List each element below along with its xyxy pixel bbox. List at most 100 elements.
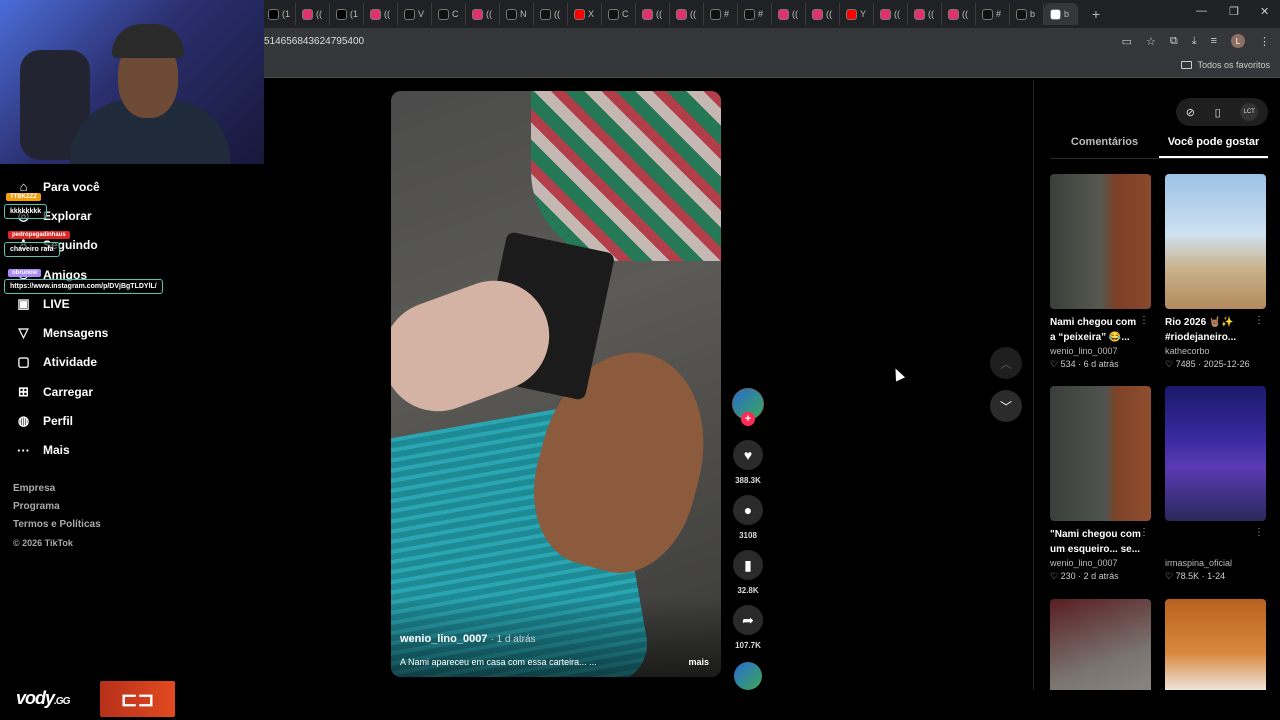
browser-tab[interactable]: (( [670,3,704,25]
browser-tab[interactable]: (1 [330,3,364,25]
browser-tab[interactable]: (( [806,3,840,25]
phone-icon[interactable]: ▯ [1215,106,1221,119]
sidebar-item-label: Carregar [43,384,94,399]
recommendation-card[interactable]: Rio 2026 🤘🏽✨ #riodejaneiro... ⋮ kathecorbo… [1165,174,1266,370]
card-menu-icon[interactable]: ⋮ [1139,315,1149,326]
sound-avatar[interactable] [734,662,762,690]
video-thumbnail[interactable] [1050,386,1151,521]
sidebar-item-label: Perfil [43,414,74,429]
browser-tab[interactable]: C [432,3,466,25]
menu-icon[interactable]: ⋮ [1259,35,1270,48]
card-author[interactable]: wenio_lino_0007 [1050,558,1151,568]
browser-tab[interactable]: (( [908,3,942,25]
like-button[interactable]: ♥ [733,440,763,470]
tab-title: (( [962,9,968,19]
browser-tab[interactable]: # [704,3,738,25]
all-favorites-button[interactable]: Todos os favoritos [1181,60,1270,70]
card-author[interactable]: kathecorbo [1165,346,1266,356]
tab-favicon-icon [336,8,347,20]
browser-tab[interactable]: (( [772,3,806,25]
recommendation-card[interactable]: Nami chegou com a “peixeira” 😂... ⋮ wenio_… [1050,174,1151,370]
video-author[interactable]: wenio_lino_0007 · 1 d atrás [400,633,536,645]
webcam-person-cap [112,24,184,58]
video-player[interactable]: wenio_lino_0007 · 1 d atrás A Nami apare… [391,91,721,677]
browser-tab[interactable]: X [568,3,602,25]
tab-comments[interactable]: Comentários [1050,136,1159,158]
previous-video-button[interactable]: ︿ [990,347,1022,379]
card-menu-icon[interactable]: ⋮ [1254,315,1264,326]
browser-tab[interactable]: (( [296,3,330,25]
browser-tab[interactable]: # [738,3,772,25]
browser-tab[interactable]: (( [636,3,670,25]
card-stats: ♡ 78.5K · 1-24 [1165,571,1226,581]
creator-avatar[interactable]: + [732,388,764,426]
sidebar-item-profile[interactable]: ◍ Perfil [16,406,166,435]
browser-tab[interactable]: b [1044,3,1078,25]
new-tab-button[interactable]: + [1088,6,1104,22]
tab-favicon-icon [404,8,415,20]
cast-icon[interactable]: ▭ [1122,35,1132,48]
footer-link-company[interactable]: Empresa [13,480,101,498]
bookmark-icon: ▮ [744,556,752,573]
sidebar-item-more[interactable]: ··· Mais [16,436,166,465]
compass-icon[interactable]: ⊘ [1186,106,1195,119]
minimize-icon[interactable]: — [1196,5,1207,17]
tab-title: C [622,9,629,19]
browser-tab[interactable]: (( [466,3,500,25]
sidebar-item-label: Atividade [43,355,98,370]
media-icon[interactable]: ≡ [1211,35,1217,47]
download-icon[interactable]: ⤓ [1192,35,1197,48]
sidebar-item-upload[interactable]: ⊞ Carregar [16,377,166,406]
tab-title: (( [384,9,390,19]
browser-tab[interactable]: (( [534,3,568,25]
caption-more-button[interactable]: mais [688,657,709,667]
video-thumbnail[interactable] [1165,174,1266,309]
next-video-button[interactable]: ﹀ [990,390,1022,422]
browser-tab[interactable]: b [1010,3,1044,25]
tab-title: C [452,9,459,19]
tab-title: b [1030,9,1036,19]
url-field[interactable]: 514656843624795400 [264,36,364,47]
tab-title: (1 [282,9,291,19]
video-thumbnail[interactable] [1050,599,1151,690]
tab-favicon-icon [880,8,891,20]
bookmark-star-icon[interactable]: ☆ [1146,35,1156,48]
browser-tab[interactable]: (( [364,3,398,25]
comment-button[interactable]: ● [733,495,763,525]
maximize-icon[interactable]: ❐ [1229,5,1239,18]
sidebar-item-send[interactable]: ▽ Mensagens [16,318,166,347]
recommendation-card[interactable] [1165,599,1266,690]
browser-tab[interactable]: (( [874,3,908,25]
profile-avatar[interactable]: L [1231,34,1245,48]
browser-tab[interactable]: (( [942,3,976,25]
chat-username-badge: obrunow [8,269,42,277]
browser-tab[interactable]: # [976,3,1010,25]
vody-badge: ⊏⊐ [100,681,175,717]
follow-plus-icon[interactable]: + [741,412,755,426]
extensions-icon[interactable]: ⧉ [1170,35,1178,48]
recommendation-card[interactable] [1050,599,1151,690]
video-thumbnail[interactable] [1165,599,1266,690]
card-menu-icon[interactable]: ⋮ [1254,527,1264,538]
save-button[interactable]: ▮ [733,550,763,580]
video-thumbnail[interactable] [1165,386,1266,521]
browser-tab[interactable]: V [398,3,432,25]
video-author-name[interactable]: wenio_lino_0007 [400,633,487,645]
card-author[interactable]: wenio_lino_0007 [1050,346,1151,356]
browser-tab[interactable]: N [500,3,534,25]
browser-tab[interactable]: (1 [262,3,296,25]
close-icon[interactable]: ✕ [1260,5,1269,18]
recommendation-card[interactable]: ⋮ irmaspina_oficial ♡ 78.5K · 1-24 [1165,386,1266,582]
recommendation-card[interactable]: "Nami chegou com um esqueiro... se... ⋮ we… [1050,386,1151,582]
account-avatar[interactable]: LCT [1240,103,1259,121]
browser-tab[interactable]: Y [840,3,874,25]
share-button[interactable]: ➦ [733,605,763,635]
footer-link-program[interactable]: Programa [13,498,101,516]
browser-tab[interactable]: C [602,3,636,25]
sidebar-item-activity[interactable]: ▢ Atividade [16,348,166,377]
card-author[interactable]: irmaspina_oficial [1165,558,1266,568]
tab-you-may-like[interactable]: Você pode gostar [1159,136,1268,158]
video-thumbnail[interactable] [1050,174,1151,309]
card-menu-icon[interactable]: ⋮ [1139,527,1149,538]
footer-link-terms[interactable]: Termos e Políticas [13,516,101,534]
